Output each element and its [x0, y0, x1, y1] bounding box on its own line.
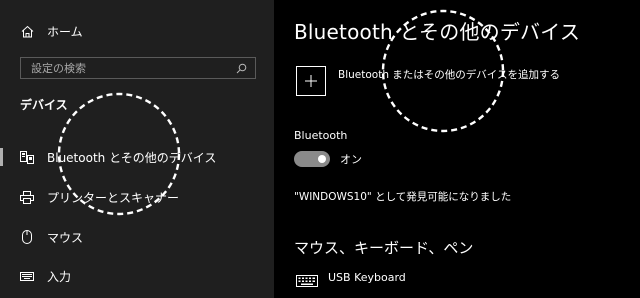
bluetooth-label: Bluetooth [294, 129, 348, 142]
mouse-icon [20, 230, 34, 244]
device-name: USB Keyboard [328, 271, 406, 284]
search-input[interactable] [31, 61, 231, 75]
bluetooth-toggle-state: オン [340, 153, 362, 166]
settings-window: ホーム デバイス Blue [0, 0, 640, 298]
sidebar-item-bluetooth-label: Bluetooth とその他のデバイス [47, 150, 217, 165]
sidebar-item-input[interactable]: 入力 [0, 262, 274, 290]
bluetooth-toggle-row: オン [294, 151, 362, 167]
home-icon [20, 24, 34, 38]
keyboard-icon [296, 272, 318, 291]
add-icon [296, 66, 326, 96]
keyboard-input-icon [20, 269, 34, 283]
sidebar: ホーム デバイス Blue [0, 0, 274, 298]
toggle-knob [318, 155, 326, 163]
bluetooth-devices-icon [20, 150, 34, 164]
add-device-button[interactable]: Bluetooth またはその他のデバイスを追加する [296, 66, 560, 96]
sidebar-item-input-label: 入力 [47, 269, 72, 284]
sidebar-item-mouse[interactable]: マウス [0, 223, 274, 251]
sidebar-item-printers-label: プリンターとスキャナー [47, 190, 180, 205]
device-usb-keyboard[interactable]: USB Keyboard [296, 271, 406, 291]
printer-icon [20, 190, 34, 204]
search-icon[interactable] [236, 59, 247, 78]
bluetooth-toggle[interactable] [294, 151, 330, 167]
search-box[interactable] [20, 57, 256, 79]
sidebar-item-bluetooth[interactable]: Bluetooth とその他のデバイス [0, 143, 274, 171]
section-heading-devices: デバイス [20, 98, 68, 112]
main-content: Bluetooth とその他のデバイス Bluetooth またはその他のデバイ… [274, 0, 640, 298]
discoverable-text: "WINDOWS10" として発見可能になりました [294, 191, 512, 203]
home-nav-item[interactable]: ホーム [0, 17, 274, 45]
sidebar-item-printers[interactable]: プリンターとスキャナー [0, 183, 274, 211]
page-title: Bluetooth とその他のデバイス [294, 20, 581, 44]
add-device-label: Bluetooth またはその他のデバイスを追加する [338, 68, 560, 81]
mouse-keyboard-pen-heading: マウス、キーボード、ペン [294, 239, 474, 257]
home-label: ホーム [47, 24, 83, 39]
sidebar-item-mouse-label: マウス [47, 230, 84, 245]
